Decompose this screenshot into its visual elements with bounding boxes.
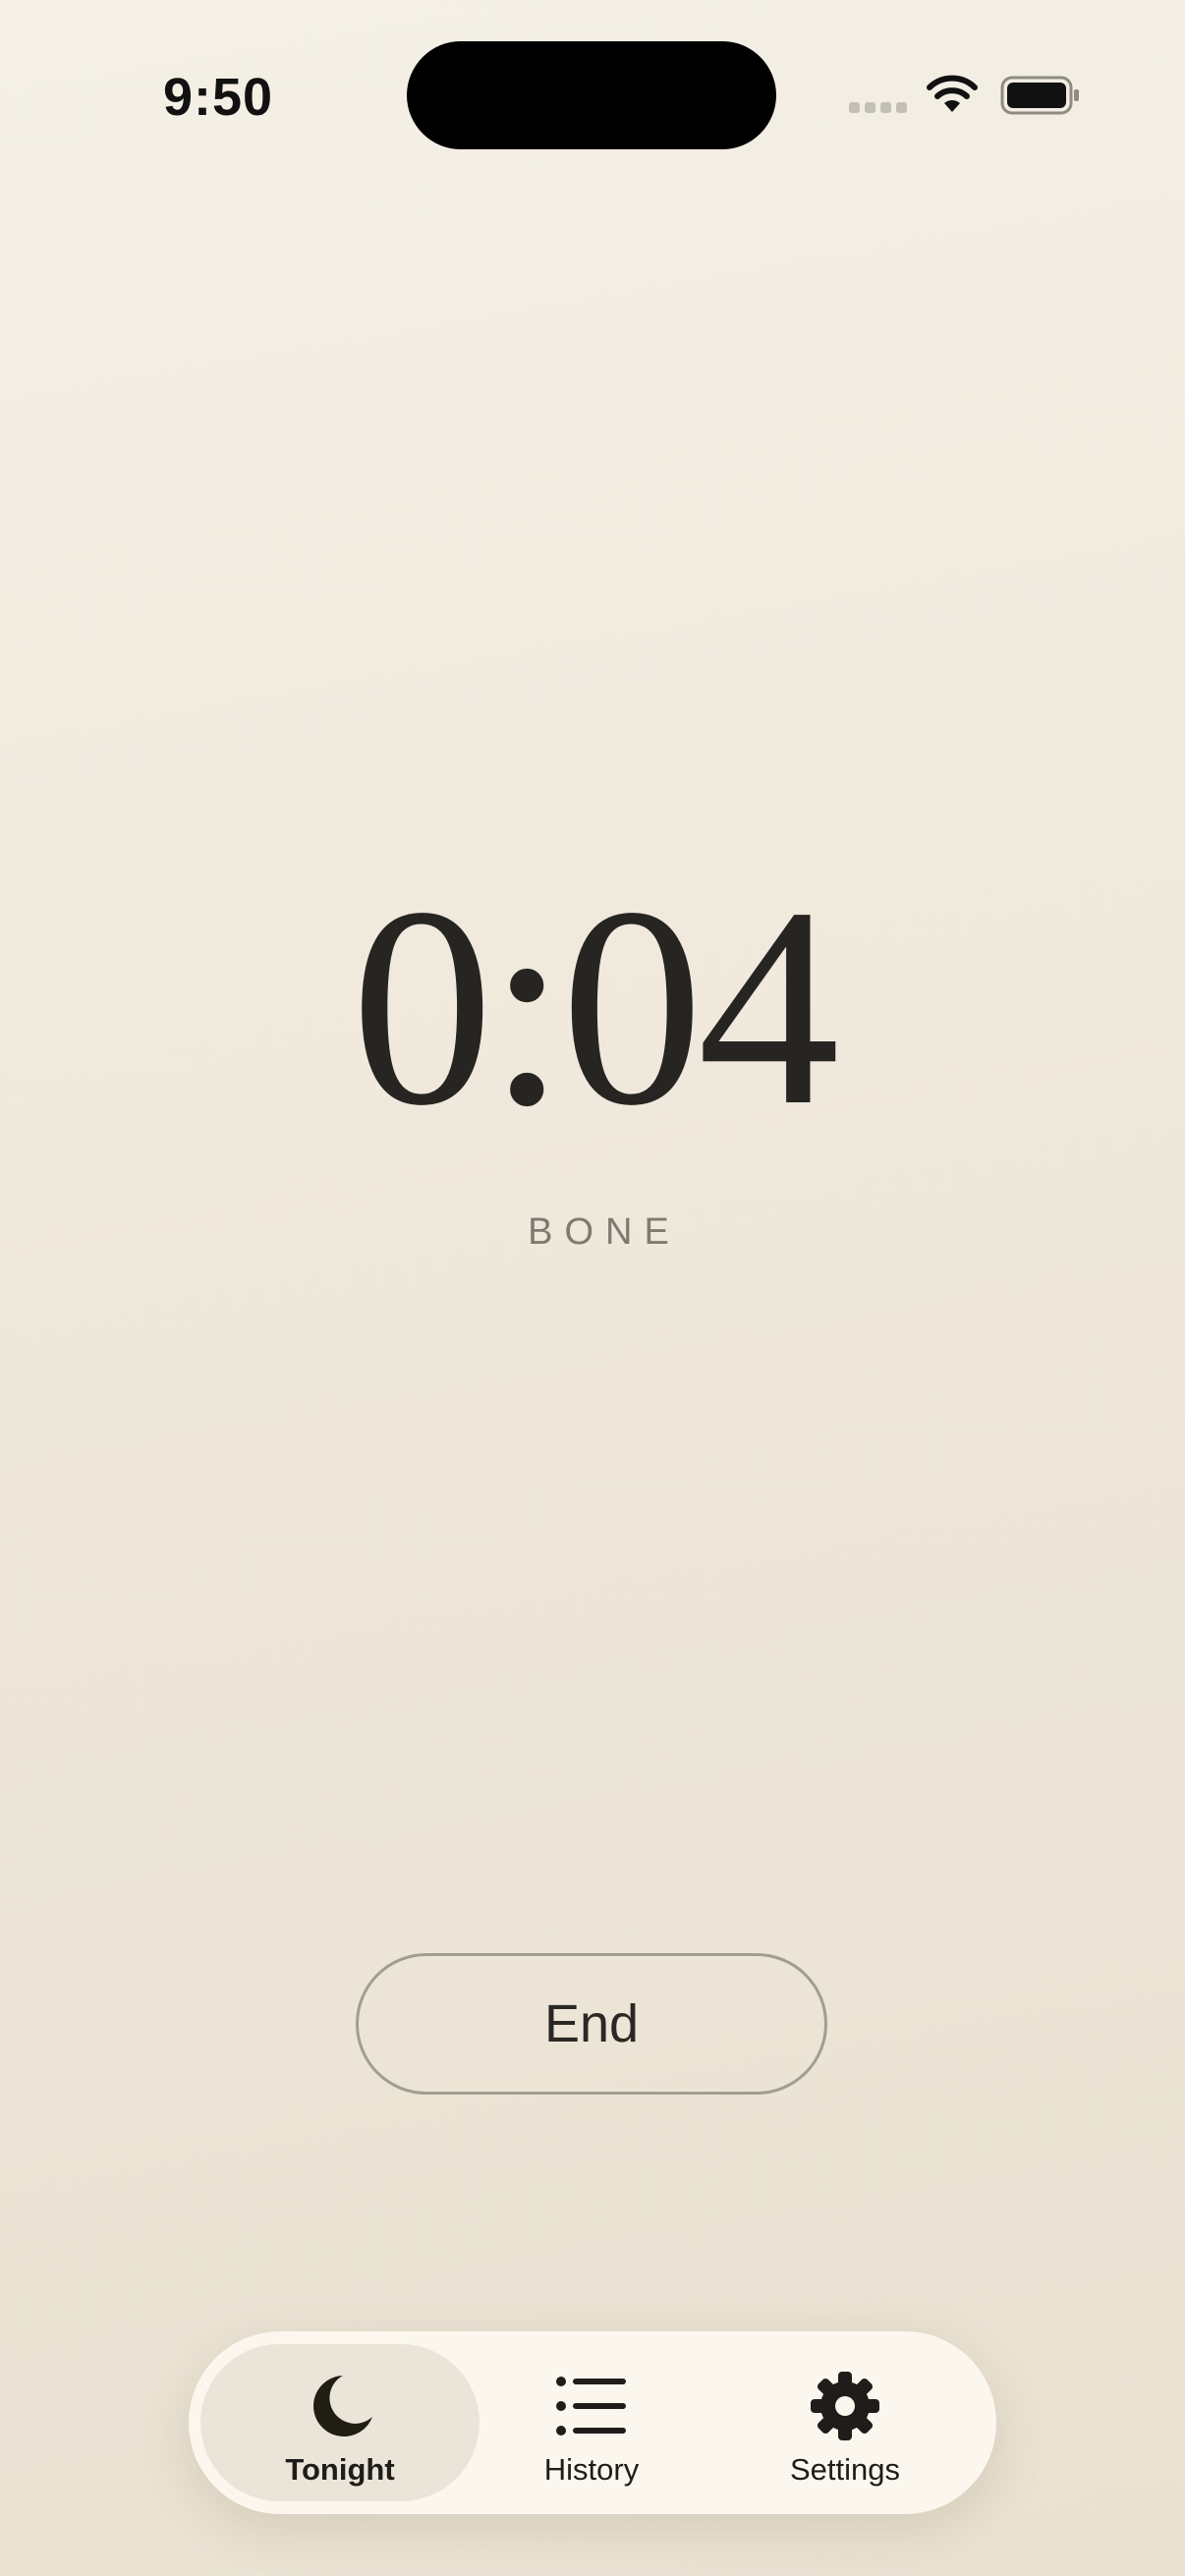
tab-settings[interactable]: Settings [705, 2344, 985, 2501]
tab-label: History [543, 2452, 640, 2487]
dynamic-island [407, 41, 776, 149]
list-icon [556, 2377, 626, 2436]
moon-icon [313, 2376, 372, 2436]
sound-name-label: BONE [528, 1211, 681, 1253]
tab-bar: Tonight History Settings [189, 2331, 996, 2514]
tab-label: Settings [789, 2452, 900, 2487]
elapsed-timer: 0:04 [351, 849, 840, 1164]
gear-icon [811, 2372, 879, 2440]
cellular-signal-icon [849, 102, 907, 113]
wifi-icon [927, 75, 978, 112]
tab-history[interactable]: History [452, 2344, 731, 2501]
tab-tonight[interactable]: Tonight [200, 2344, 480, 2501]
battery-icon [1000, 76, 1079, 115]
tab-label: Tonight [285, 2452, 395, 2487]
end-button[interactable]: End [356, 1953, 827, 2095]
status-time: 9:50 [163, 68, 274, 127]
